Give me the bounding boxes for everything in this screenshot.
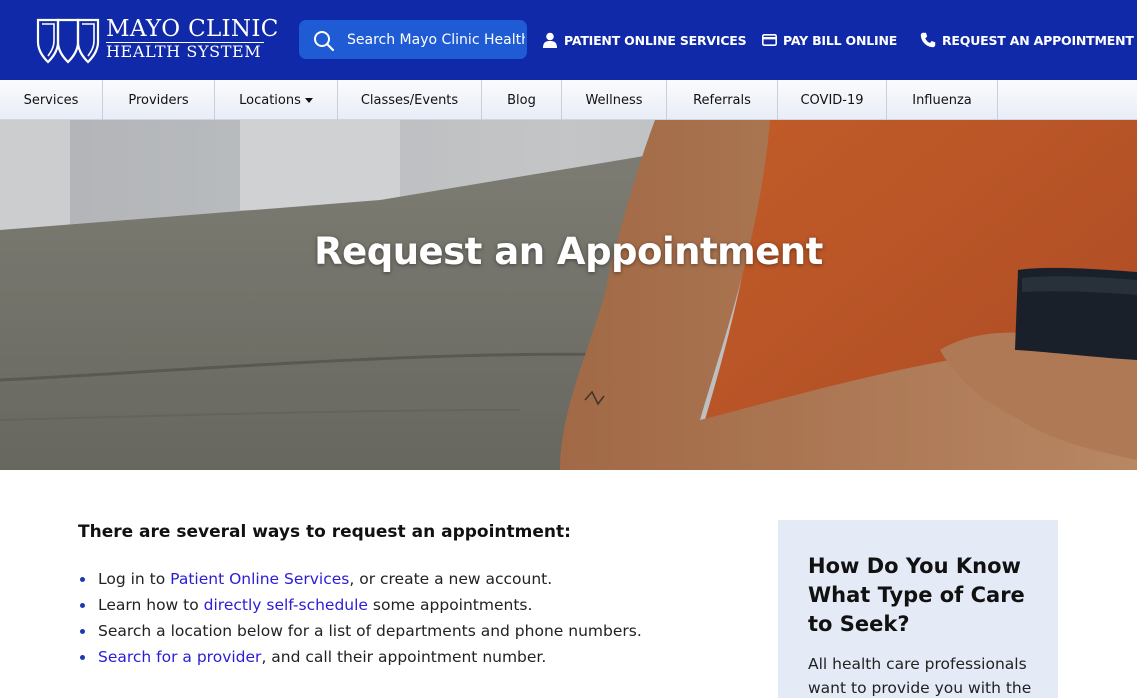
search-provider-link[interactable]: Search for a provider: [98, 648, 261, 666]
hero-photo: [0, 120, 1137, 470]
nav-item-services[interactable]: Services: [0, 80, 103, 120]
patient-online-services-inline-link[interactable]: Patient Online Services: [170, 570, 349, 588]
nav-item-blog[interactable]: Blog: [482, 80, 562, 120]
bullet-icon: [80, 603, 85, 608]
main-navigation: Services Providers Locations Classes/Eve…: [0, 80, 1137, 120]
list-item: Learn how to directly self-schedule some…: [78, 595, 642, 621]
search-input[interactable]: [347, 20, 525, 59]
list-item-text: , and call their appointment number.: [261, 648, 547, 666]
nav-item-label: Wellness: [585, 92, 643, 108]
nav-item-label: Referrals: [693, 92, 751, 108]
shield-logo-icon: [36, 18, 100, 64]
phone-icon: [920, 32, 936, 48]
list-item: Search a location below for a list of de…: [78, 621, 642, 647]
request-appointment-link[interactable]: REQUEST AN APPOINTMENT: [920, 30, 1134, 50]
nav-item-providers[interactable]: Providers: [103, 80, 215, 120]
self-schedule-link[interactable]: directly self-schedule: [204, 596, 368, 614]
nav-item-label: Influenza: [912, 92, 972, 108]
nav-item-label: Locations: [239, 92, 301, 108]
list-item-text: Log in to: [98, 570, 171, 588]
page-title: Request an Appointment: [314, 230, 823, 273]
bullet-icon: [80, 655, 85, 660]
site-header: MAYO CLINIC HEALTH SYSTEM PATIENT ONLINE…: [0, 0, 1137, 80]
nav-item-referrals[interactable]: Referrals: [667, 80, 778, 120]
pay-bill-online-link[interactable]: PAY BILL ONLINE: [762, 30, 897, 50]
hero-banner: Request an Appointment: [0, 120, 1137, 470]
request-appointment-label: REQUEST AN APPOINTMENT: [942, 32, 1134, 48]
appointment-methods-list: Log in to Patient Online Services, or cr…: [78, 569, 642, 673]
nav-item-locations[interactable]: Locations: [215, 80, 338, 120]
mayo-clinic-logo[interactable]: MAYO CLINIC HEALTH SYSTEM: [36, 16, 278, 66]
nav-item-label: Blog: [507, 92, 536, 108]
list-item-text: some appointments.: [367, 596, 533, 614]
nav-item-label: Providers: [128, 92, 189, 108]
nav-item-covid-19[interactable]: COVID-19: [778, 80, 887, 120]
nav-item-classes-events[interactable]: Classes/Events: [338, 80, 482, 120]
bullet-icon: [80, 629, 85, 634]
search-box[interactable]: [299, 20, 527, 59]
list-item-text: Search a location below for a list of de…: [98, 622, 642, 640]
care-type-heading: How Do You Know What Type of Care to See…: [808, 554, 1025, 636]
patient-online-services-label: PATIENT ONLINE SERVICES: [564, 32, 747, 48]
nav-item-label: COVID-19: [800, 92, 864, 108]
patient-online-services-link[interactable]: PATIENT ONLINE SERVICES: [542, 30, 747, 50]
list-item: Search for a provider, and call their ap…: [78, 647, 642, 673]
nav-item-label: Classes/Events: [360, 92, 459, 108]
nav-item-wellness[interactable]: Wellness: [562, 80, 667, 120]
bullet-icon: [80, 577, 85, 582]
nav-item-influenza[interactable]: Influenza: [887, 80, 998, 120]
list-item-text: Learn how to: [98, 596, 204, 614]
list-item: Log in to Patient Online Services, or cr…: [78, 569, 642, 595]
search-icon[interactable]: [313, 30, 335, 52]
credit-card-icon: [762, 34, 777, 46]
logo-line-1: MAYO CLINIC: [106, 16, 279, 42]
person-icon: [542, 32, 558, 48]
logo-line-2: HEALTH SYSTEM: [106, 42, 262, 61]
care-type-text: All health care professionals want to pr…: [808, 655, 1032, 697]
caret-down-icon: [304, 98, 313, 103]
appointment-intro-heading: There are several ways to request an app…: [78, 522, 571, 542]
list-item-text: , or create a new account.: [349, 570, 553, 588]
pay-bill-online-label: PAY BILL ONLINE: [783, 32, 898, 48]
nav-item-label: Services: [23, 92, 79, 108]
care-type-card: How Do You Know What Type of Care to See…: [778, 520, 1058, 698]
